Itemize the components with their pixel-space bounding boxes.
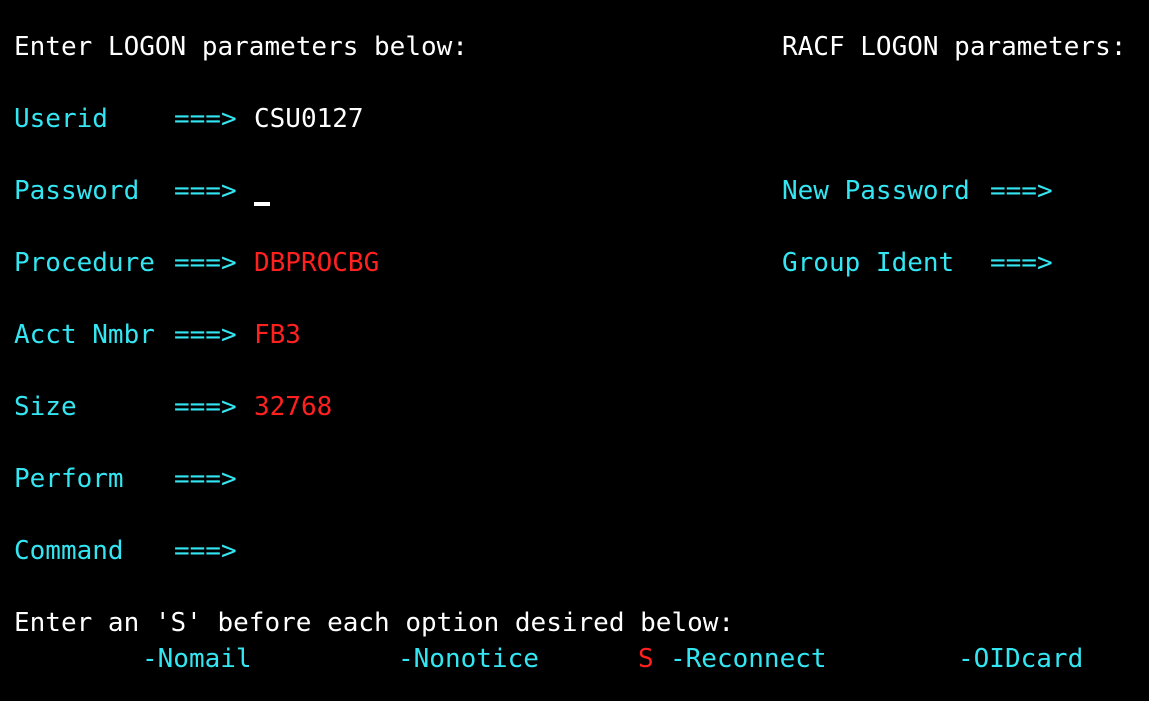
password-field[interactable] bbox=[254, 175, 654, 207]
options-instruction: Enter an 'S' before each option desired … bbox=[14, 608, 735, 638]
new-password-label: New Password bbox=[782, 176, 970, 206]
oidcard-option-label: -OIDcard bbox=[958, 644, 1084, 674]
procedure-label: Procedure bbox=[14, 248, 155, 278]
group-ident-field[interactable] bbox=[1062, 247, 1142, 279]
new-password-field[interactable] bbox=[1062, 175, 1142, 207]
perform-field[interactable] bbox=[254, 463, 654, 495]
reconnect-option-label: -Reconnect bbox=[670, 644, 827, 674]
size-arrow: ===> bbox=[174, 392, 237, 422]
reconnect-option-field[interactable]: S bbox=[638, 643, 654, 675]
acct-nmbr-field[interactable]: FB3 bbox=[254, 319, 301, 351]
size-field[interactable]: 32768 bbox=[254, 391, 332, 423]
procedure-field[interactable]: DBPROCBG bbox=[254, 247, 379, 279]
userid-field[interactable]: CSU0127 bbox=[254, 103, 364, 135]
size-label: Size bbox=[14, 392, 77, 422]
perform-arrow: ===> bbox=[174, 464, 237, 494]
procedure-arrow: ===> bbox=[174, 248, 237, 278]
text-cursor bbox=[254, 202, 270, 206]
userid-label: Userid bbox=[14, 104, 108, 134]
nonotice-option-label: -Nonotice bbox=[398, 644, 539, 674]
command-arrow: ===> bbox=[174, 536, 237, 566]
command-label: Command bbox=[14, 536, 124, 566]
nomail-option-label: -Nomail bbox=[142, 644, 252, 674]
acct-nmbr-label: Acct Nmbr bbox=[14, 320, 155, 350]
new-password-arrow: ===> bbox=[990, 176, 1053, 206]
tso-logon-screen: Enter LOGON parameters below: RACF LOGON… bbox=[0, 0, 1149, 701]
perform-label: Perform bbox=[14, 464, 124, 494]
racf-header-title: RACF LOGON parameters: bbox=[782, 32, 1127, 62]
logon-header-title: Enter LOGON parameters below: bbox=[14, 32, 468, 62]
password-arrow: ===> bbox=[174, 176, 237, 206]
password-label: Password bbox=[14, 176, 140, 206]
group-ident-arrow: ===> bbox=[990, 248, 1053, 278]
group-ident-label: Group Ident bbox=[782, 248, 955, 278]
userid-arrow: ===> bbox=[174, 104, 237, 134]
command-field[interactable] bbox=[254, 535, 1134, 567]
acct-nmbr-arrow: ===> bbox=[174, 320, 237, 350]
